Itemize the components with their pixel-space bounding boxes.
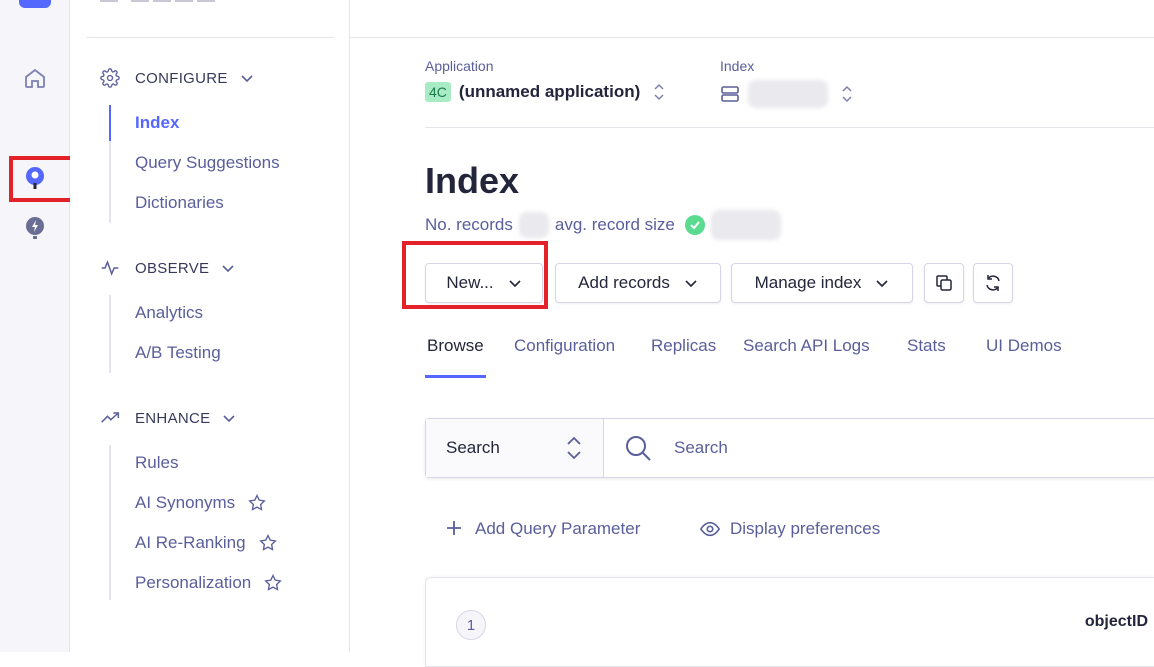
application-name: (unnamed application) [458,82,641,101]
section-line [109,445,111,600]
nav-item-ab-testing[interactable]: A/B Testing [135,343,221,363]
results-card: 1 objectID [425,577,1154,667]
size-label: avg. record size [554,215,675,234]
tab-search-api-logs[interactable]: Search API Logs [743,336,870,378]
chevron-down-icon [222,411,236,425]
tab-replicas[interactable]: Replicas [651,336,716,378]
section-title: CONFIGURE [135,69,228,87]
active-indicator [109,105,111,141]
select-arrows-icon [840,82,854,106]
nav-header-fragment: ▬ ▬▬▬▬ [100,0,220,6]
tab-browse[interactable]: Browse [425,336,486,378]
section-observe[interactable]: OBSERVE [100,258,235,278]
icon-rail [0,0,83,652]
copy-icon [934,273,954,293]
algolia-logo[interactable] [19,0,51,8]
records-label: No. records [425,215,513,234]
index-label: Index [720,58,755,74]
check-icon [684,215,705,235]
copy-button[interactable] [924,263,964,303]
star-icon [263,573,283,593]
section-configure[interactable]: CONFIGURE [100,68,254,88]
result-number-badge: 1 [456,610,486,640]
tab-stats[interactable]: Stats [907,336,946,378]
index-picker[interactable]: Index [720,58,854,108]
refresh-button[interactable] [973,263,1013,303]
nav-item-label: AI Re-Ranking [135,533,246,552]
redacted-record-size [710,210,781,240]
secondary-nav: ▬ ▬▬▬▬ CONFIGURE Index Query Suggestions… [70,0,350,652]
star-icon [258,533,278,553]
nav-item-query-suggestions[interactable]: Query Suggestions [135,153,280,173]
index-tabs: Browse Configuration Replicas Search API… [425,336,1154,378]
divider [425,127,1154,128]
manage-index-label: Manage index [754,273,862,292]
manage-index-button[interactable]: Manage index [731,263,913,303]
display-preferences-link[interactable]: Display preferences [700,519,880,539]
nav-item-label: Personalization [135,573,252,592]
eye-icon [700,519,720,539]
gear-icon [100,68,120,88]
chevron-down-icon [240,71,254,85]
application-label: Application [425,58,494,74]
search-mode-select[interactable]: Search [426,419,604,477]
plus-icon [445,519,465,539]
add-query-parameter-label: Add Query Parameter [475,519,641,538]
home-icon[interactable] [22,65,48,91]
tab-configuration[interactable]: Configuration [514,336,615,378]
index-meta: No. records avg. record size [425,210,781,240]
section-enhance[interactable]: ENHANCE [100,408,236,428]
star-icon [247,493,267,513]
add-records-button[interactable]: Add records [555,263,721,303]
section-title: ENHANCE [135,409,211,427]
select-arrows-icon [565,433,583,463]
display-preferences-label: Display preferences [730,519,881,538]
highlight-box-new-button [402,241,548,309]
application-badge: 4C [425,82,451,102]
trending-up-icon [100,408,120,428]
nav-item-personalization[interactable]: Personalization [135,573,283,593]
database-icon [720,84,740,104]
page-title: Index [425,160,520,201]
nav-item-ai-reranking[interactable]: AI Re-Ranking [135,533,278,553]
nav-item-label: AI Synonyms [135,493,236,512]
divider [86,37,334,38]
chevron-down-icon [684,276,698,290]
add-query-parameter-link[interactable]: Add Query Parameter [445,519,640,539]
search-mode-value: Search [446,438,500,457]
search-input-wrap [604,419,1154,477]
search-box: Search [425,418,1154,478]
nav-item-dictionaries[interactable]: Dictionaries [135,193,224,213]
search-icon [624,434,652,462]
objectid-header: objectID [1084,613,1148,630]
pulse-icon [100,258,120,278]
chevron-down-icon [221,261,235,275]
redacted-index-name [748,80,828,108]
redacted-records-count [518,212,549,238]
recommend-icon[interactable] [22,215,48,241]
section-line [109,295,111,373]
nav-item-index[interactable]: Index [135,113,179,133]
nav-item-rules[interactable]: Rules [135,453,178,473]
main-content: Application 4C (unnamed application) Ind… [350,0,1154,667]
add-records-label: Add records [578,273,670,292]
nav-item-analytics[interactable]: Analytics [135,303,203,323]
application-picker[interactable]: Application 4C (unnamed application) [425,58,666,104]
refresh-icon [983,273,1003,293]
nav-item-ai-synonyms[interactable]: AI Synonyms [135,493,267,513]
search-input[interactable] [674,438,1074,458]
section-title: OBSERVE [135,259,210,277]
chevron-down-icon [875,276,889,290]
select-arrows-icon [652,80,666,104]
tab-ui-demos[interactable]: UI Demos [986,336,1062,378]
divider [350,37,1154,38]
